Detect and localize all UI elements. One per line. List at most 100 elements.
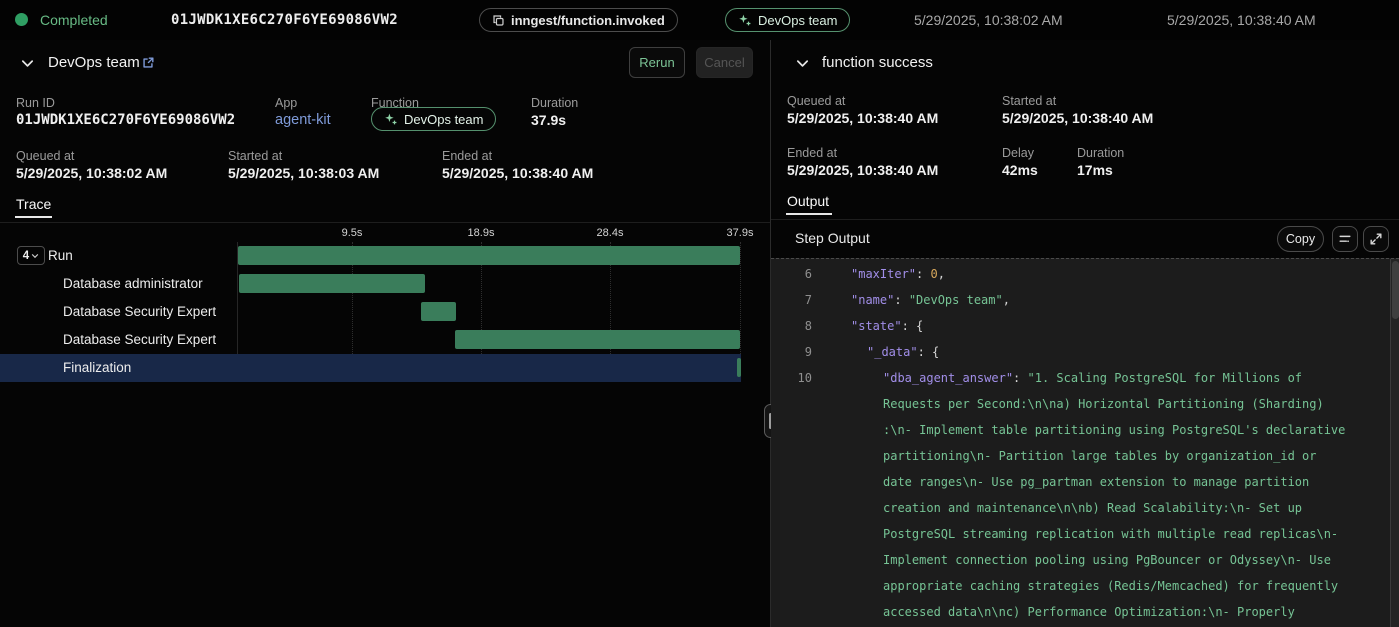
word-wrap-button[interactable]	[1332, 226, 1358, 252]
code-line: PostgreSQL streaming replication with mu…	[771, 521, 1390, 547]
code-line-number: 10	[771, 365, 812, 391]
run-id-value: 01JWDK1XE6C270F6YE69086VW2	[16, 112, 235, 128]
scrollbar-thumb[interactable]	[1392, 261, 1399, 319]
code-line-content: "state": {	[851, 313, 923, 339]
step-output-title: Step Output	[795, 230, 870, 246]
code-line-number: 6	[771, 261, 812, 287]
code-line: accessed data\n\nc) Performance Optimiza…	[771, 599, 1390, 625]
chevron-down-icon[interactable]	[20, 56, 35, 71]
trace-row-label: Finalization	[63, 360, 131, 375]
code-line: 7 "name": "DevOps team",	[771, 287, 1390, 313]
code-line-content: Implement connection pooling using PgBou…	[883, 547, 1331, 573]
step-output-toolbar: Step Output Copy	[771, 220, 1399, 258]
queued-timestamp: 5/29/2025, 10:38:02 AM	[914, 12, 1063, 28]
cancel-button[interactable]: Cancel	[696, 47, 753, 78]
function-badge-top[interactable]: DevOps team	[725, 8, 850, 32]
code-line-number: 8	[771, 313, 812, 339]
trace-row-bar[interactable]	[737, 358, 741, 377]
code-line: partitioning\n- Partition large tables b…	[771, 443, 1390, 469]
code-line-number: 7	[771, 287, 812, 313]
word-wrap-icon	[1338, 232, 1352, 246]
output-scrollbar[interactable]	[1390, 259, 1399, 627]
run-details-panel: DevOps team Rerun Cancel Run ID 01JWDK1X…	[0, 40, 770, 627]
trace-row-bar[interactable]	[421, 302, 456, 321]
trace-step-count-badge[interactable]: 4	[17, 246, 45, 265]
step-started-label: Started at	[1002, 94, 1056, 108]
app-label: App	[275, 96, 297, 110]
duration-label: Duration	[531, 96, 578, 110]
trace-row[interactable]: Finalization	[0, 354, 741, 382]
sparkle-icon	[384, 112, 398, 126]
step-output-code: 6 "maxIter": 0, 7 "name": "DevOps team",…	[771, 258, 1399, 627]
code-line-content: Requests per Second:\n\na) Horizontal Pa…	[883, 391, 1324, 417]
status-text: Completed	[40, 12, 108, 28]
event-badge-label: inngest/function.invoked	[511, 13, 665, 28]
copy-button[interactable]: Copy	[1277, 226, 1324, 252]
rerun-button[interactable]: Rerun	[629, 47, 685, 78]
function-badge-top-label: DevOps team	[758, 13, 837, 28]
app-link[interactable]: agent-kit	[275, 112, 331, 128]
tab-border	[0, 222, 770, 223]
run-id-text: 01JWDK1XE6C270F6YE69086VW2	[171, 12, 398, 28]
trace-ticks: 9.5s18.9s28.4s37.9s	[0, 227, 770, 242]
code-line-content: PostgreSQL streaming replication with mu…	[883, 521, 1338, 547]
step-delay-value: 42ms	[1002, 162, 1038, 178]
tab-trace[interactable]: Trace	[16, 196, 51, 212]
trace-row-bar[interactable]	[239, 274, 425, 293]
code-line-number: 9	[771, 339, 812, 365]
code-line: Requests per Second:\n\na) Horizontal Pa…	[771, 391, 1390, 417]
trace-row[interactable]: Database administrator	[0, 270, 741, 298]
ended-at-label: Ended at	[442, 149, 492, 163]
code-line-content: accessed data\n\nc) Performance Optimiza…	[883, 599, 1295, 625]
tab-output-underline	[786, 213, 832, 215]
copy-event-icon	[492, 14, 505, 27]
duration-value: 37.9s	[531, 112, 566, 128]
step-duration-value: 17ms	[1077, 162, 1113, 178]
code-line: 9 "_data": {	[771, 339, 1390, 365]
step-started-value: 5/29/2025, 10:38:40 AM	[1002, 110, 1153, 126]
code-line: 8 "state": {	[771, 313, 1390, 339]
queued-at-label: Queued at	[16, 149, 74, 163]
code-line-content: "maxIter": 0,	[851, 261, 945, 287]
run-id-label: Run ID	[16, 96, 55, 110]
started-at-label: Started at	[228, 149, 282, 163]
code-line-content: "_data": {	[867, 339, 939, 365]
code-line: Implement connection pooling using PgBou…	[771, 547, 1390, 573]
code-line: appropriate caching strategies (Redis/Me…	[771, 573, 1390, 599]
timeline-tick-label: 18.9s	[468, 227, 495, 239]
sparkle-icon	[738, 13, 752, 27]
expand-button[interactable]	[1363, 226, 1389, 252]
step-ended-value: 5/29/2025, 10:38:40 AM	[787, 162, 938, 178]
chevron-down-icon[interactable]	[795, 56, 810, 71]
trace-row[interactable]: Database Security Expert	[0, 326, 741, 354]
trace-row[interactable]: Run 4	[0, 242, 741, 270]
step-ended-label: Ended at	[787, 146, 837, 160]
ended-timestamp: 5/29/2025, 10:38:40 AM	[1167, 12, 1316, 28]
chevron-down-icon	[31, 252, 39, 260]
code-line: 6 "maxIter": 0,	[771, 261, 1390, 287]
code-line: :\n- Implement table partitioning using …	[771, 417, 1390, 443]
trace-row[interactable]: Database Security Expert	[0, 298, 741, 326]
code-line: creation and maintenance\n\nb) Read Scal…	[771, 495, 1390, 521]
code-line: 10 "dba_agent_answer": "1. Scaling Postg…	[771, 365, 1390, 391]
external-link-icon[interactable]	[141, 56, 155, 70]
function-badge-field[interactable]: DevOps team	[371, 107, 496, 131]
trace-row-bar[interactable]	[238, 246, 740, 265]
code-line-content: date ranges\n- Use pg_partman extension …	[883, 469, 1309, 495]
code-line-content: partitioning\n- Partition large tables b…	[883, 443, 1316, 469]
code-lines: 6 "maxIter": 0, 7 "name": "DevOps team",…	[771, 261, 1390, 625]
step-delay-label: Delay	[1002, 146, 1034, 160]
code-line-content: "name": "DevOps team",	[851, 287, 1010, 313]
step-count: 4	[23, 250, 29, 262]
run-title: DevOps team	[48, 54, 140, 71]
tab-output[interactable]: Output	[787, 193, 829, 209]
queued-at-value: 5/29/2025, 10:38:02 AM	[16, 165, 167, 181]
function-badge-field-label: DevOps team	[404, 112, 483, 127]
trace-row-label: Database Security Expert	[63, 304, 216, 319]
code-line-content: "dba_agent_answer": "1. Scaling PostgreS…	[883, 365, 1302, 391]
event-badge[interactable]: inngest/function.invoked	[479, 8, 678, 32]
code-line-content: creation and maintenance\n\nb) Read Scal…	[883, 495, 1302, 521]
trace-row-bar[interactable]	[455, 330, 740, 349]
step-details-panel: function success Queued at 5/29/2025, 10…	[771, 40, 1399, 627]
step-queued-label: Queued at	[787, 94, 845, 108]
